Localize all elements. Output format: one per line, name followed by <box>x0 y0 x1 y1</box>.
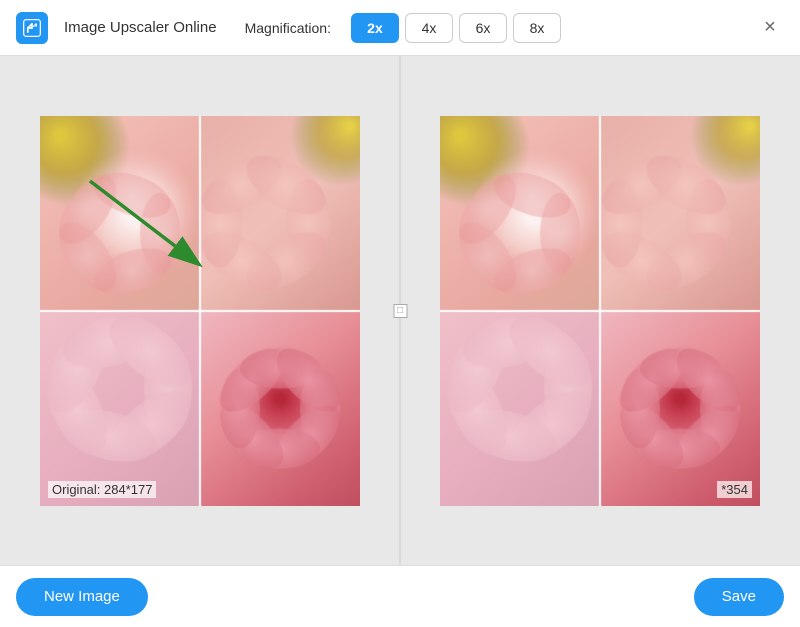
image-upscaler-icon <box>22 18 42 38</box>
magnification-buttons: 2x 4x 6x 8x <box>351 13 561 43</box>
right-panel: *354 <box>400 56 800 565</box>
upscaled-label: *354 <box>717 481 752 498</box>
mag-8x-button[interactable]: 8x <box>513 13 561 43</box>
bottom-bar: New Image Save <box>0 565 800 627</box>
original-canvas <box>40 116 360 506</box>
mag-4x-button[interactable]: 4x <box>405 13 453 43</box>
new-image-button[interactable]: New Image <box>16 578 148 616</box>
original-image-container: Original: 284*177 <box>40 116 360 506</box>
close-button[interactable]: × <box>756 14 784 42</box>
magnification-label: Magnification: <box>245 20 331 36</box>
app-title: Image Upscaler Online <box>64 19 217 36</box>
app-icon <box>16 12 48 44</box>
upscaled-canvas <box>440 116 760 506</box>
save-button[interactable]: Save <box>694 578 784 616</box>
mag-2x-button[interactable]: 2x <box>351 13 399 43</box>
upscaled-image-container: *354 <box>440 116 760 506</box>
left-panel: Original: 284*177 <box>0 56 400 565</box>
original-label: Original: 284*177 <box>48 481 156 498</box>
header: Image Upscaler Online Magnification: 2x … <box>0 0 800 56</box>
main-area: Original: 284*177 □ *354 <box>0 56 800 565</box>
mag-6x-button[interactable]: 6x <box>459 13 507 43</box>
